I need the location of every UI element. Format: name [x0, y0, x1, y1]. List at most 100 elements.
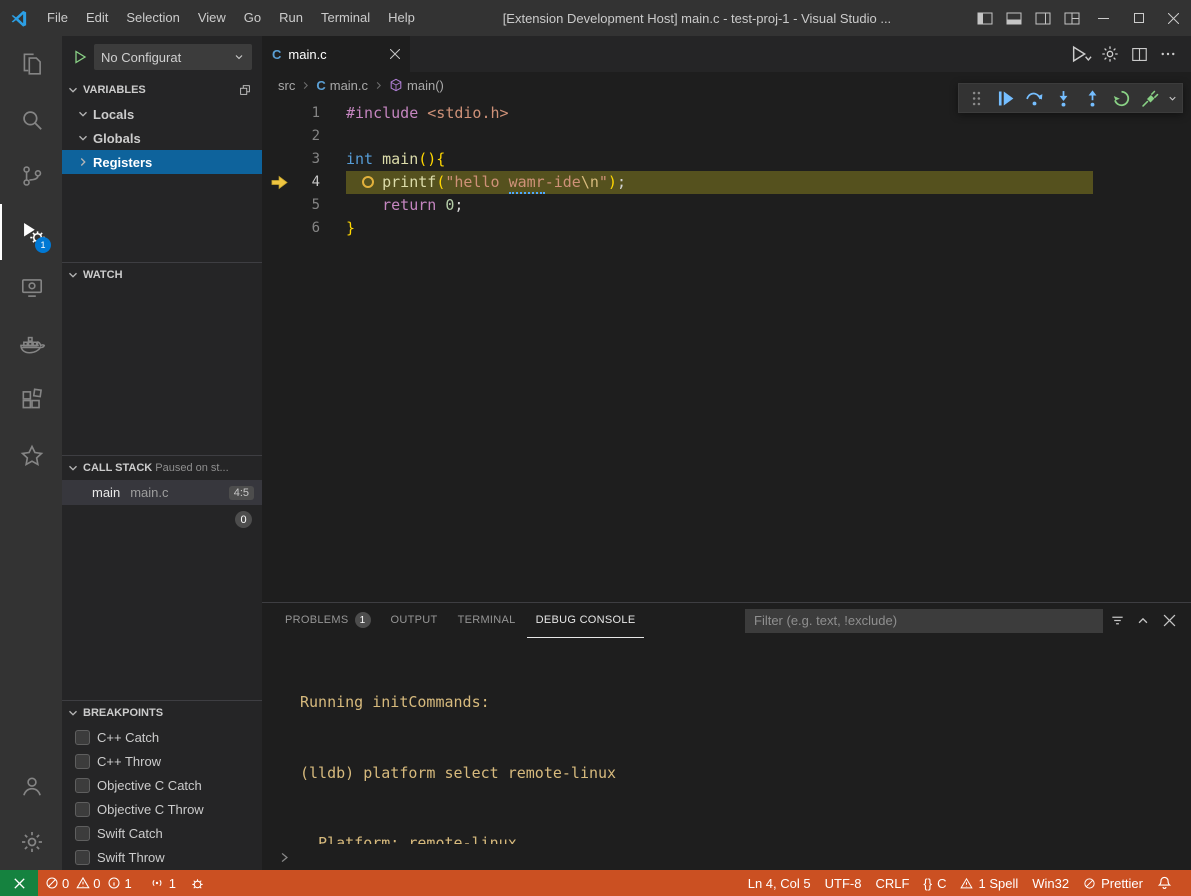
stack-frame-row[interactable]: main main.c 4:5 [62, 480, 262, 505]
step-over-icon[interactable] [1020, 85, 1049, 111]
step-out-icon[interactable] [1078, 85, 1107, 111]
toggle-secondary-sidebar-icon[interactable] [1028, 0, 1057, 36]
eol-sequence[interactable]: CRLF [868, 870, 916, 896]
variables-scope-globals[interactable]: Globals [62, 126, 262, 150]
formatter-status[interactable]: Prettier [1076, 870, 1150, 896]
menu-view[interactable]: View [189, 0, 235, 36]
spell-checker-status[interactable]: 1 Spell [953, 870, 1025, 896]
tab-close-icon[interactable] [390, 49, 400, 59]
variables-scope-locals[interactable]: Locals [62, 102, 262, 126]
remote-explorer-icon[interactable] [0, 260, 62, 316]
menu-edit[interactable]: Edit [77, 0, 117, 36]
breakpoint-label: C++ Throw [97, 754, 161, 769]
breakpoint-objc-catch[interactable]: Objective C Catch [62, 773, 262, 797]
watch-header[interactable]: WATCH [62, 263, 262, 287]
filter-lines-icon[interactable] [1105, 609, 1129, 633]
ports-status[interactable]: 1 [143, 870, 183, 896]
star-icon[interactable] [0, 428, 62, 484]
run-or-debug-icon[interactable] [1068, 41, 1094, 67]
docker-icon[interactable] [0, 316, 62, 372]
variables-header[interactable]: VARIABLES [62, 78, 262, 102]
console-filter-input[interactable] [745, 609, 1103, 633]
breakpoint-swift-catch[interactable]: Swift Catch [62, 821, 262, 845]
debug-status-icon[interactable] [183, 870, 212, 896]
customize-layout-icon[interactable] [1057, 0, 1086, 36]
remote-indicator[interactable] [0, 870, 38, 896]
encoding[interactable]: UTF-8 [818, 870, 869, 896]
maximize-panel-icon[interactable] [1131, 609, 1155, 633]
variables-panel-icon[interactable] [238, 83, 258, 97]
tab-debug-console[interactable]: DEBUG CONSOLE [527, 603, 645, 638]
breakpoint-cpp-throw[interactable]: C++ Throw [62, 749, 262, 773]
notifications-bell-icon[interactable] [1150, 870, 1179, 896]
debug-toolbar-dropdown-icon[interactable] [1165, 85, 1179, 111]
cursor-position[interactable]: Ln 4, Col 5 [741, 870, 818, 896]
restart-icon[interactable] [1107, 85, 1136, 111]
disconnect-icon[interactable] [1136, 85, 1165, 111]
menu-file[interactable]: File [38, 0, 77, 36]
toggle-panel-icon[interactable] [999, 0, 1028, 36]
status-bar-right: Ln 4, Col 5 UTF-8 CRLF {} C 1 Spell Win3… [741, 870, 1191, 896]
inline-breakpoint-icon[interactable] [362, 176, 374, 188]
source-control-icon[interactable] [0, 148, 62, 204]
toggle-sidebar-icon[interactable] [970, 0, 999, 36]
menu-run[interactable]: Run [270, 0, 312, 36]
breadcrumb-folder[interactable]: src [278, 78, 295, 93]
gutter-glyph[interactable] [262, 217, 296, 240]
debug-console-input[interactable] [262, 844, 1191, 870]
breakpoint-swift-throw[interactable]: Swift Throw [62, 845, 262, 869]
minimize-button[interactable] [1086, 0, 1121, 36]
close-panel-icon[interactable] [1157, 609, 1181, 633]
menu-go[interactable]: Go [235, 0, 270, 36]
menu-terminal[interactable]: Terminal [312, 0, 379, 36]
tab-terminal[interactable]: TERMINAL [449, 603, 525, 638]
explorer-icon[interactable] [0, 36, 62, 92]
search-icon[interactable] [0, 92, 62, 148]
platform-status[interactable]: Win32 [1025, 870, 1076, 896]
call-stack-header[interactable]: CALL STACK Paused on st... [62, 456, 262, 480]
breadcrumb-file[interactable]: C main.c [316, 78, 368, 93]
gutter-glyph[interactable] [262, 194, 296, 217]
debug-toolbar [958, 83, 1183, 113]
breadcrumb-symbol[interactable]: main() [389, 78, 444, 93]
gutter-glyph[interactable] [262, 102, 296, 125]
menu-help[interactable]: Help [379, 0, 424, 36]
extensions-icon[interactable] [0, 372, 62, 428]
run-and-debug-icon[interactable]: 1 [0, 204, 62, 260]
spell-label: 1 Spell [978, 876, 1018, 891]
variables-scope-registers[interactable]: Registers [62, 150, 262, 174]
checkbox[interactable] [75, 802, 90, 817]
gutter-glyph[interactable] [262, 125, 296, 148]
checkbox[interactable] [75, 778, 90, 793]
vscode-logo-icon [0, 9, 38, 27]
gutter-glyph[interactable] [262, 148, 296, 171]
maximize-button[interactable] [1121, 0, 1156, 36]
tab-output[interactable]: OUTPUT [382, 603, 447, 638]
problems-status[interactable]: 0 0 1 [38, 870, 143, 896]
continue-icon[interactable] [991, 85, 1020, 111]
code-editor[interactable]: 1 #include <stdio.h> 2 3 int main(){ [262, 98, 1191, 602]
split-editor-icon[interactable] [1126, 41, 1152, 67]
checkbox[interactable] [75, 754, 90, 769]
toolbar-drag-grip[interactable] [962, 85, 991, 111]
breakpoint-objc-throw[interactable]: Objective C Throw [62, 797, 262, 821]
start-debugging-icon[interactable] [72, 49, 88, 65]
close-button[interactable] [1156, 0, 1191, 36]
current-line-arrow-icon[interactable] [262, 171, 296, 194]
checkbox[interactable] [75, 826, 90, 841]
debug-config-dropdown[interactable]: No Configurat [94, 44, 252, 70]
breakpoint-cpp-catch[interactable]: C++ Catch [62, 725, 262, 749]
tab-main-c[interactable]: C main.c [262, 36, 410, 72]
settings-gear-icon[interactable] [0, 814, 62, 870]
launch-settings-gear-icon[interactable] [1097, 41, 1123, 67]
tab-problems[interactable]: PROBLEMS 1 [276, 603, 380, 638]
braces-icon: {} [923, 876, 932, 891]
language-mode[interactable]: {} C [916, 870, 953, 896]
breakpoints-header[interactable]: BREAKPOINTS [62, 701, 262, 725]
accounts-icon[interactable] [0, 758, 62, 814]
checkbox[interactable] [75, 730, 90, 745]
menu-selection[interactable]: Selection [117, 0, 188, 36]
checkbox[interactable] [75, 850, 90, 865]
step-into-icon[interactable] [1049, 85, 1078, 111]
more-actions-icon[interactable] [1155, 41, 1181, 67]
